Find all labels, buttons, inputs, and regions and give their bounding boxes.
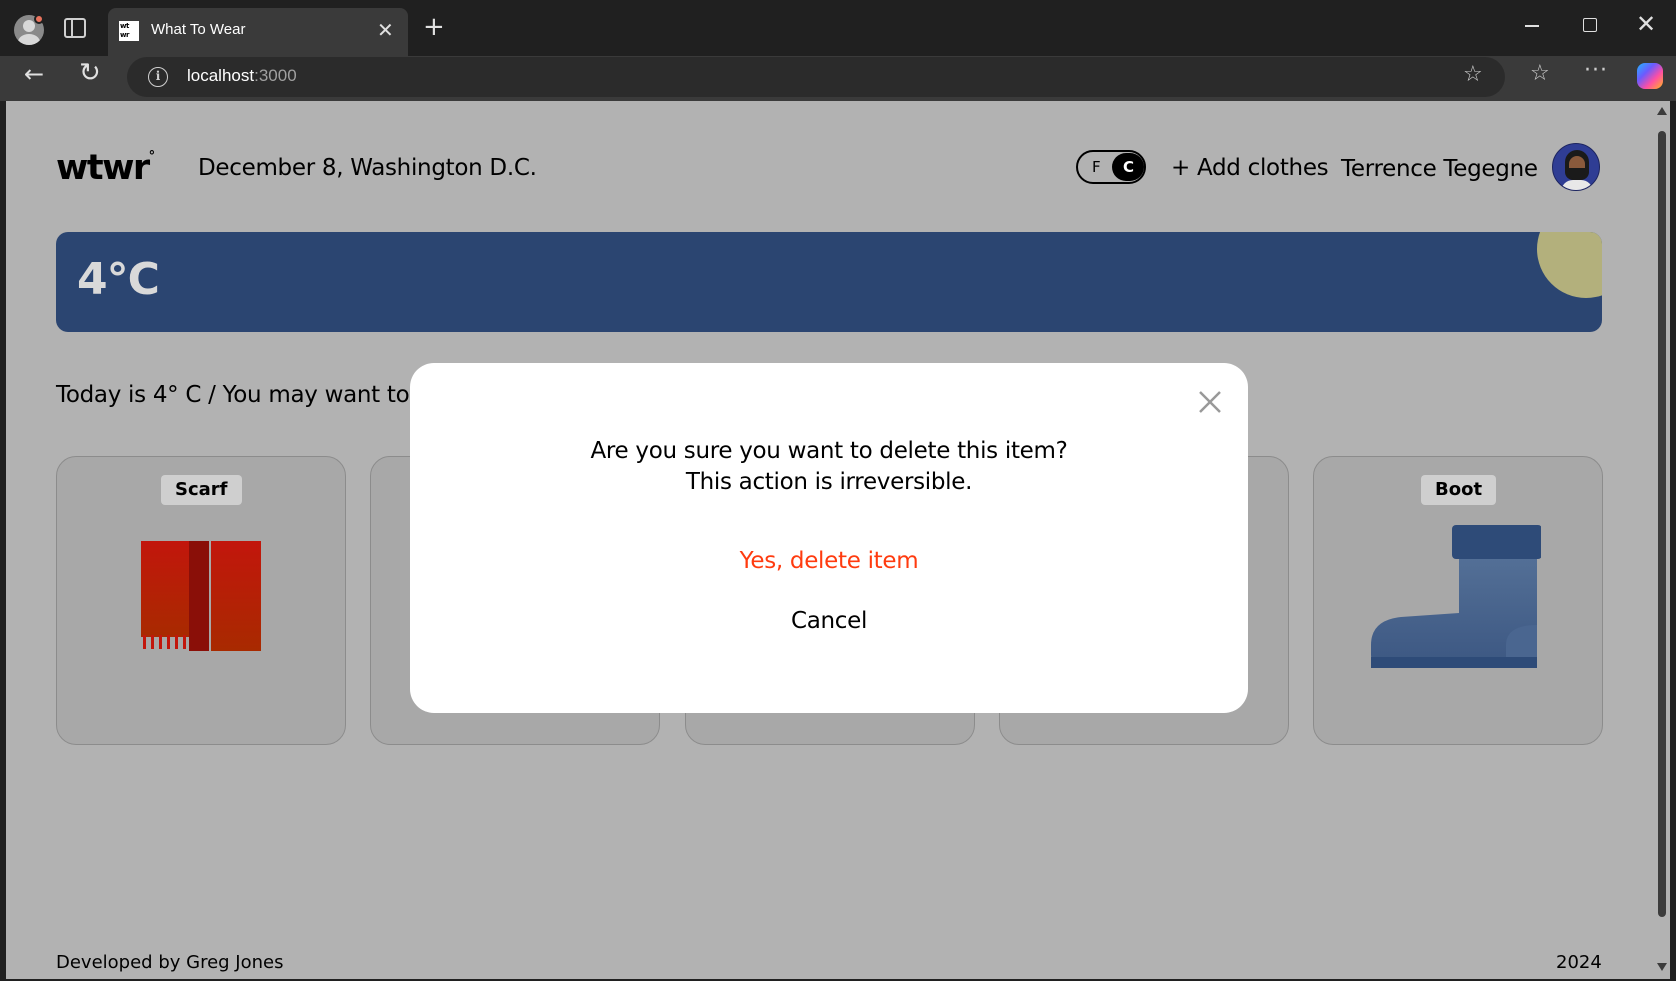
logo-text: wtwr <box>56 148 150 188</box>
back-icon[interactable]: ← <box>24 60 44 88</box>
logo-degree: ° <box>148 149 156 165</box>
window-close-icon[interactable]: ✕ <box>1636 9 1656 39</box>
browser-tab[interactable]: wt wr What To Wear ✕ <box>108 8 408 56</box>
browser-tab-bar: wt wr What To Wear ✕ + ✕ <box>0 0 1676 56</box>
reload-icon[interactable]: ↻ <box>79 58 101 88</box>
card-label: Scarf <box>161 475 242 505</box>
browser-toolbar: ← ↻ i localhost:3000 ☆ ☆ ··· <box>0 56 1676 101</box>
scroll-thumb[interactable] <box>1658 131 1666 917</box>
tab-actions-icon[interactable] <box>64 18 86 38</box>
modal-message: Are you sure you want to delete this ite… <box>410 436 1248 498</box>
copilot-icon[interactable] <box>1637 63 1663 89</box>
item-card-scarf[interactable]: Scarf <box>56 456 346 745</box>
minimize-icon[interactable] <box>1525 25 1539 27</box>
site-info-icon[interactable]: i <box>148 67 168 87</box>
scrollbar[interactable] <box>1654 101 1670 979</box>
tab-close-icon[interactable]: ✕ <box>377 20 394 40</box>
delete-confirm-modal: Are you sure you want to delete this ite… <box>410 363 1248 713</box>
card-label: Boot <box>1421 475 1497 505</box>
recommendation-text: Today is 4° C / You may want to w <box>56 382 435 408</box>
username[interactable]: Terrence Tegegne <box>1341 156 1538 182</box>
notification-dot <box>34 14 44 24</box>
footer-developer: Developed by Greg Jones <box>56 952 284 973</box>
modal-question: Are you sure you want to delete this ite… <box>590 438 1068 464</box>
page-viewport: wtwr° December 8, Washington D.C. F C + … <box>6 101 1654 979</box>
date-location: December 8, Washington D.C. <box>198 155 537 181</box>
close-icon[interactable] <box>1196 388 1224 416</box>
unit-c-label: C <box>1123 158 1135 176</box>
confirm-delete-button[interactable]: Yes, delete item <box>410 548 1248 574</box>
url-text[interactable]: localhost:3000 <box>187 66 297 86</box>
address-bar[interactable]: i localhost:3000 ☆ <box>127 57 1505 97</box>
favicon-icon: wt wr <box>119 21 139 41</box>
weather-card: 4°C <box>56 232 1602 332</box>
avatar-body <box>1561 180 1593 190</box>
tab-title: What To Wear <box>151 21 246 38</box>
temperature-unit-toggle[interactable]: F C <box>1076 150 1146 184</box>
url-port: :3000 <box>254 66 297 85</box>
favorites-icon[interactable]: ☆ <box>1530 61 1550 86</box>
cancel-button[interactable]: Cancel <box>410 608 1248 634</box>
new-tab-icon[interactable]: + <box>423 14 445 40</box>
add-clothes-button[interactable]: + Add clothes <box>1171 155 1329 181</box>
modal-warning: This action is irreversible. <box>685 469 973 495</box>
maximize-icon[interactable] <box>1583 18 1597 32</box>
unit-f-label: F <box>1092 158 1101 176</box>
url-host: localhost <box>187 66 255 85</box>
footer-year: 2024 <box>1556 952 1602 973</box>
weather-temperature: 4°C <box>77 254 160 305</box>
item-card-boot[interactable]: Boot <box>1313 456 1603 745</box>
scroll-down-icon[interactable] <box>1657 963 1667 971</box>
scarf-icon <box>141 541 261 651</box>
avatar[interactable] <box>1552 143 1600 191</box>
app-logo[interactable]: wtwr° <box>56 148 156 188</box>
favorite-star-icon[interactable]: ☆ <box>1463 62 1483 87</box>
scroll-up-icon[interactable] <box>1657 107 1667 115</box>
sun-icon <box>1537 232 1602 298</box>
boot-icon <box>1371 525 1541 668</box>
more-options-icon[interactable]: ··· <box>1584 58 1608 83</box>
